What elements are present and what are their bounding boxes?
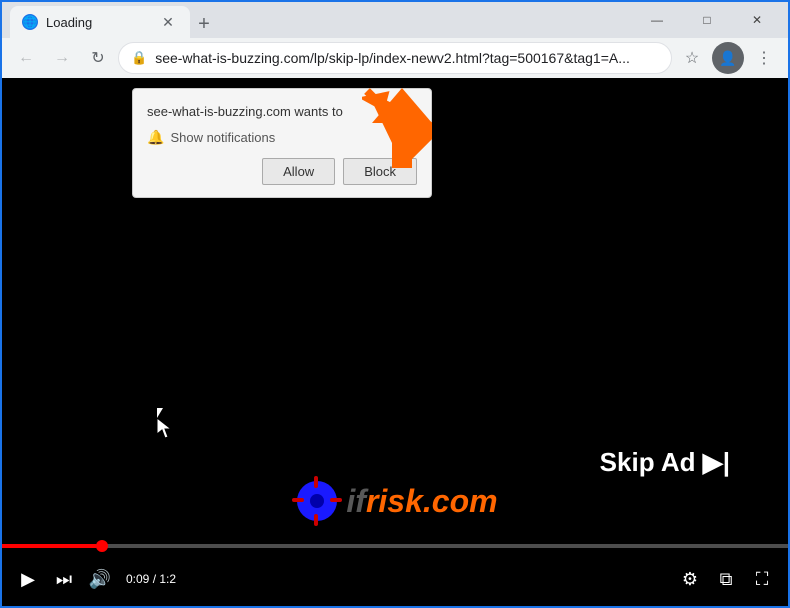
forward-button[interactable]: →: [46, 42, 78, 74]
fullscreen-button[interactable]: ⛶: [748, 565, 776, 593]
watermark-prefix: if: [346, 483, 366, 520]
watermark-logo: if risk.com: [292, 476, 497, 526]
next-button[interactable]: ⏭: [50, 565, 78, 593]
time-total: 1:2: [159, 572, 176, 586]
progress-bar[interactable]: [2, 544, 788, 548]
address-bar: ← → ↻ 🔒 see-what-is-buzzing.com/lp/skip-…: [2, 38, 788, 78]
progress-dot: [96, 540, 108, 552]
mouse-cursor: [157, 408, 177, 443]
popup-title: see-what-is-buzzing.com wants to: [147, 104, 343, 119]
video-controls: ▶ ⏭ 🔊 0:09 / 1:2 ⚙ ⧉ ⛶: [2, 552, 788, 606]
time-display: 0:09 / 1:2: [126, 572, 176, 586]
back-button[interactable]: ←: [10, 42, 42, 74]
settings-button[interactable]: ⚙: [676, 565, 704, 593]
lock-icon: 🔒: [131, 50, 147, 66]
window-controls: — □ ✕: [634, 6, 780, 34]
time-current: 0:09: [126, 572, 149, 586]
tab-title: Loading: [46, 15, 150, 30]
orange-arrow: [342, 83, 432, 178]
show-notifications-label: Show notifications: [170, 130, 275, 145]
reload-button[interactable]: ↻: [82, 42, 114, 74]
video-bar: ▶ ⏭ 🔊 0:09 / 1:2 ⚙ ⧉ ⛶: [2, 536, 788, 606]
new-tab-button[interactable]: +: [190, 10, 218, 38]
allow-button[interactable]: Allow: [262, 158, 335, 185]
watermark-risk: risk.com: [366, 483, 498, 520]
volume-button[interactable]: 🔊: [86, 565, 114, 593]
browser-window: Loading ✕ + — □ ✕ ← → ↻ 🔒 see-what-is-bu…: [0, 0, 790, 608]
profile-button[interactable]: 👤: [712, 42, 744, 74]
address-input[interactable]: 🔒 see-what-is-buzzing.com/lp/skip-lp/ind…: [118, 42, 672, 74]
minimize-button[interactable]: —: [634, 6, 680, 34]
active-tab[interactable]: Loading ✕: [10, 6, 190, 38]
tab-close-button[interactable]: ✕: [158, 12, 178, 32]
play-button[interactable]: ▶: [14, 565, 42, 593]
page-content: see-what-is-buzzing.com wants to × 🔔 Sho…: [2, 78, 788, 606]
bell-icon: 🔔: [147, 129, 164, 146]
bookmark-button[interactable]: ☆: [676, 42, 708, 74]
maximize-button[interactable]: □: [684, 6, 730, 34]
skip-ad-label: Skip Ad ▶|: [600, 447, 730, 478]
tab-favicon: [22, 14, 38, 30]
tab-strip: Loading ✕ +: [10, 2, 626, 38]
skip-ad-button[interactable]: Skip Ad ▶|: [572, 429, 758, 496]
close-button[interactable]: ✕: [734, 6, 780, 34]
miniplayer-button[interactable]: ⧉: [712, 565, 740, 593]
progress-fill: [2, 544, 96, 548]
menu-button[interactable]: ⋮: [748, 42, 780, 74]
url-text: see-what-is-buzzing.com/lp/skip-lp/index…: [155, 50, 659, 66]
title-bar: Loading ✕ + — □ ✕: [2, 2, 788, 38]
right-controls: ⚙ ⧉ ⛶: [676, 565, 776, 593]
